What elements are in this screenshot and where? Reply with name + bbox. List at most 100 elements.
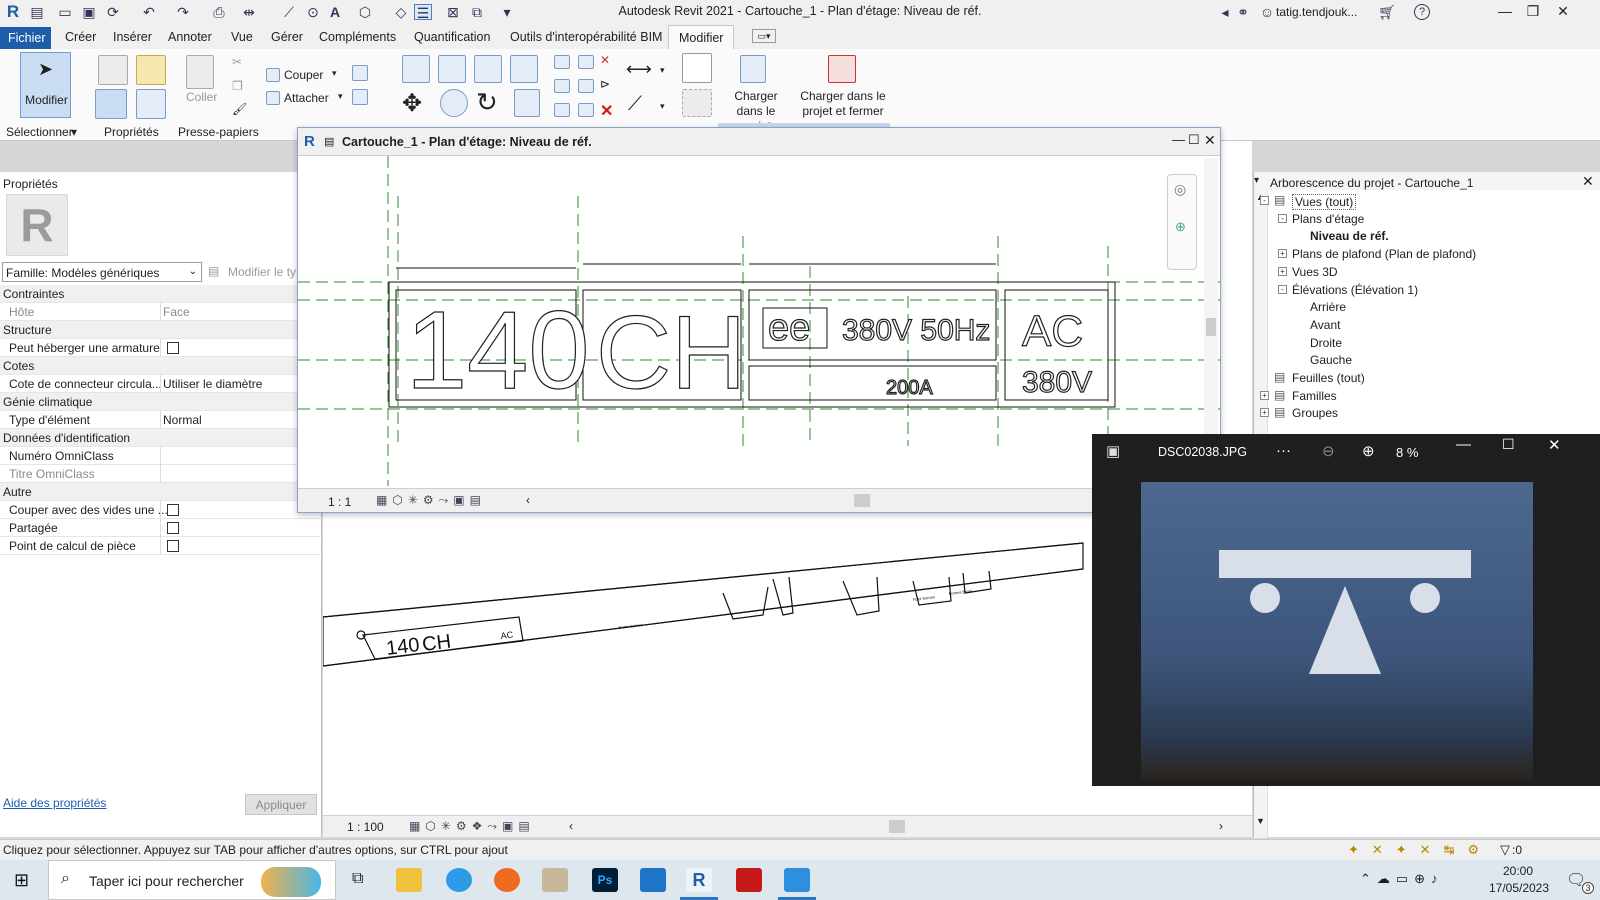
photoshop-icon[interactable]: Ps <box>592 868 618 892</box>
family-type-selector[interactable]: Famille: Modèles génériques ⌄ <box>2 262 202 282</box>
tree-item[interactable]: Élévations (Élévation 1) <box>1292 283 1418 297</box>
split-face-icon[interactable] <box>352 89 368 105</box>
collapse-icon[interactable]: - <box>1260 196 1269 205</box>
property-group-header[interactable]: Autre <box>0 483 322 501</box>
properties-button-icon[interactable] <box>95 89 127 119</box>
view-close-icon[interactable]: ✕ <box>1204 132 1216 149</box>
view-maximize-icon[interactable]: ☐ <box>1188 132 1200 148</box>
property-value[interactable]: Normal <box>163 413 202 427</box>
create-icon[interactable] <box>682 53 712 83</box>
panel-toggle-icon[interactable]: ▭▾ <box>752 29 776 43</box>
taskbar-search-box[interactable]: ⌕ Taper ici pour rechercher <box>48 860 336 900</box>
view-window-control-icons[interactable]: ▦⬡✳⚙⤳▣▤ <box>376 493 486 508</box>
dimension-dropdown-icon[interactable]: ▾ <box>660 101 665 112</box>
scroll-down-icon[interactable]: ▼ <box>1256 816 1265 826</box>
family-category-icon[interactable] <box>136 89 166 119</box>
measure-ribbon-icon[interactable]: ⟷ <box>626 59 652 80</box>
view-minimize-icon[interactable]: — <box>1172 132 1185 147</box>
tree-item[interactable]: Gauche <box>1310 353 1352 367</box>
task-view-icon[interactable]: ⧉ <box>352 870 363 888</box>
property-group-header[interactable]: Contraintes <box>0 285 322 303</box>
view-control-icons[interactable]: ▦⬡✳⚙❖⤳▣▤ <box>409 819 535 834</box>
work-plane-icon[interactable] <box>682 89 712 117</box>
cart-icon[interactable]: 🛒︎ <box>1378 4 1396 20</box>
help-icon[interactable]: ? <box>1414 4 1430 20</box>
property-row[interactable]: Point de calcul de pièce <box>0 537 322 555</box>
trim-icon[interactable] <box>554 103 570 117</box>
align-icon[interactable] <box>402 55 430 83</box>
family-types-icon[interactable] <box>136 55 166 85</box>
paste-icon[interactable] <box>186 55 214 89</box>
type-properties-icon[interactable] <box>98 55 128 85</box>
floor-plan-view-window[interactable]: R ▤ Cartouche_1 - Plan d'étage: Niveau d… <box>297 127 1221 513</box>
firefox-icon[interactable] <box>494 868 520 892</box>
photos-icon[interactable] <box>784 868 810 892</box>
cut-dropdown-icon[interactable]: ▾ <box>332 68 337 79</box>
file-explorer-icon[interactable] <box>396 868 422 892</box>
property-row[interactable]: Numéro OmniClass <box>0 447 322 465</box>
modify-button[interactable]: ➤ Modifier <box>20 52 71 118</box>
tab-manage[interactable]: Gérer <box>271 30 303 44</box>
zoom-in-icon[interactable]: ⊕ <box>1362 442 1375 460</box>
match-type-icon[interactable]: 🖌︎ <box>232 102 247 116</box>
scroll-right-icon[interactable]: › <box>1219 819 1223 833</box>
photo-close-icon[interactable]: ✕ <box>1548 436 1561 454</box>
minimize-icon[interactable]: — <box>1492 3 1518 21</box>
property-row[interactable]: Type d'élément Normal <box>0 411 322 429</box>
app-icon[interactable] <box>542 868 568 892</box>
system-tray-icons[interactable]: ⌃☁▭⊕♪ <box>1360 871 1444 887</box>
mirror-axis-icon[interactable] <box>474 55 502 83</box>
view-window-scale[interactable]: 1 : 1 <box>328 495 351 509</box>
tree-item[interactable]: Avant <box>1310 318 1340 332</box>
tab-addins[interactable]: Compléments <box>319 30 396 44</box>
wall-joins-icon[interactable] <box>352 65 368 81</box>
load-into-project-icon[interactable] <box>740 55 766 83</box>
rotate-icon[interactable]: ↻ <box>476 87 498 118</box>
restore-icon[interactable]: ❐ <box>1520 3 1546 21</box>
paste-label[interactable]: Coller <box>186 90 217 104</box>
unpin-icon[interactable]: ✕ <box>600 53 610 67</box>
trim-extend-icon[interactable] <box>514 89 540 117</box>
tree-item[interactable]: Familles <box>1292 389 1337 403</box>
steering-wheel-icon[interactable]: ◎ <box>1174 181 1186 198</box>
join-dropdown-icon[interactable]: ▾ <box>338 91 343 102</box>
property-value[interactable]: Utiliser le diamètre <box>163 377 262 391</box>
view-window-titlebar[interactable]: R ▤ Cartouche_1 - Plan d'étage: Niveau d… <box>298 128 1220 156</box>
tab-file[interactable]: Fichier <box>0 27 51 49</box>
property-checkbox[interactable] <box>167 342 179 354</box>
navigation-bar[interactable]: ◎ ⊕ <box>1167 174 1197 270</box>
property-group-header[interactable]: Génie climatique <box>0 393 322 411</box>
property-row[interactable]: Peut héberger une armature <box>0 339 322 357</box>
acrobat-icon[interactable] <box>736 868 762 892</box>
user-name[interactable]: tatig.tendjouk... <box>1276 5 1357 19</box>
expand-icon[interactable]: + <box>1260 390 1269 400</box>
load-and-close-icon[interactable] <box>828 55 856 83</box>
zoom-out-icon[interactable]: ⊖ <box>1322 442 1335 460</box>
mirror-draw-icon[interactable] <box>510 55 538 83</box>
user-icon[interactable]: ☺ <box>1258 4 1276 20</box>
collapse-icon[interactable]: - <box>1278 213 1287 223</box>
binoculars-icon[interactable]: ⚭ <box>1234 4 1252 20</box>
property-group-header[interactable]: Données d'identification <box>0 429 322 447</box>
property-checkbox[interactable] <box>167 522 179 534</box>
tab-quantification[interactable]: Quantification <box>414 30 490 44</box>
property-value[interactable]: Face <box>163 305 190 319</box>
browser-close-icon[interactable]: ✕ <box>1582 173 1594 190</box>
tree-item[interactable]: Vues 3D <box>1292 265 1338 279</box>
tree-item[interactable]: Groupes <box>1292 406 1338 420</box>
select-panel-label[interactable]: Sélectionner <box>6 125 73 139</box>
apply-button[interactable]: Appliquer <box>245 794 317 815</box>
tab-insert[interactable]: Insérer <box>113 30 152 44</box>
tree-item[interactable]: Plans de plafond (Plan de plafond) <box>1292 247 1476 261</box>
join-geometry-button[interactable]: Attacher <box>284 91 329 105</box>
tab-create[interactable]: Créer <box>65 30 96 44</box>
selection-filter-icons[interactable]: ✦✕✦✕↹⚙ <box>1348 842 1492 858</box>
filter-icon[interactable]: ▽ <box>1500 842 1510 858</box>
join-geometry-icon[interactable] <box>266 91 280 105</box>
extend-icon[interactable] <box>578 103 594 117</box>
expand-icon[interactable]: + <box>1278 249 1287 259</box>
photo-viewer-window[interactable]: ▣ DSC02038.JPG ··· ⊖ ⊕ 8 % — ☐ ✕ <box>1092 434 1600 786</box>
tab-view[interactable]: Vue <box>231 30 253 44</box>
tree-item[interactable]: Vues (tout) <box>1292 194 1357 210</box>
load-and-close-button[interactable]: Charger dans le projet et fermer <box>796 89 890 119</box>
